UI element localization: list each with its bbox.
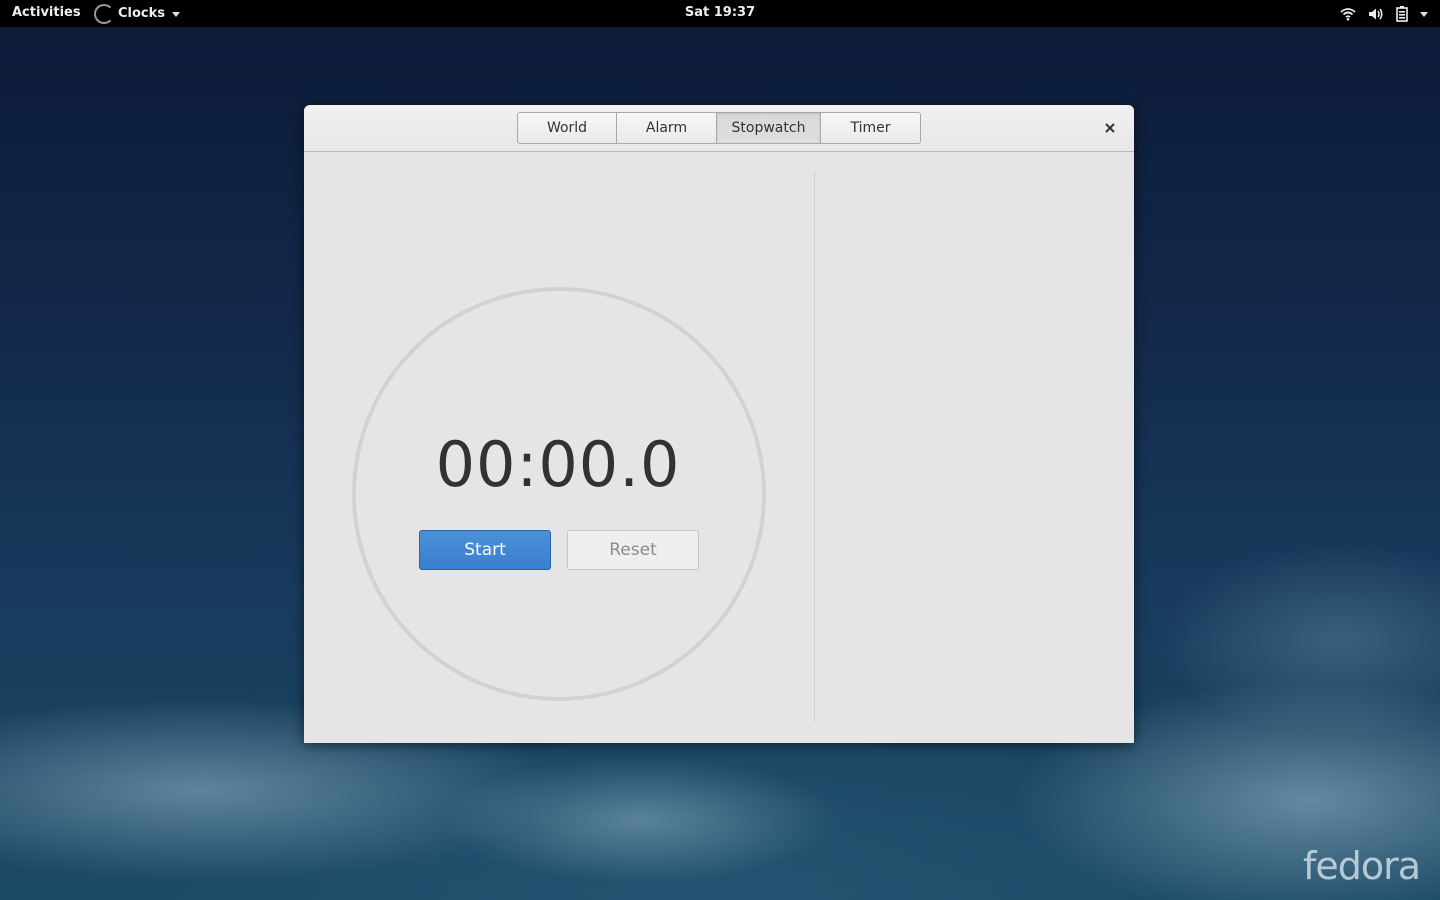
header-bar: World Alarm Stopwatch Timer	[304, 105, 1134, 152]
system-menu-caret-icon	[1420, 11, 1428, 17]
activities-button[interactable]: Activities	[12, 5, 81, 20]
tab-alarm[interactable]: Alarm	[617, 112, 717, 144]
date-time-button[interactable]: Sat 19:37	[685, 5, 755, 20]
wifi-icon	[1340, 7, 1356, 21]
tab-world[interactable]: World	[517, 112, 617, 144]
close-icon	[1105, 123, 1115, 133]
tab-timer[interactable]: Timer	[821, 112, 921, 144]
stopwatch-page: 00:00.0 Start Reset	[304, 152, 1134, 743]
clocks-app-icon	[94, 3, 114, 24]
laps-separator	[814, 172, 815, 722]
app-menu[interactable]: Clocks	[94, 0, 181, 27]
volume-icon	[1369, 8, 1383, 19]
close-button[interactable]	[1100, 118, 1120, 138]
chevron-down-icon	[172, 11, 181, 17]
reset-button[interactable]: Reset	[567, 530, 699, 570]
battery-icon	[1396, 5, 1408, 22]
tab-stopwatch[interactable]: Stopwatch	[717, 112, 821, 144]
fedora-logo: fedora	[1302, 844, 1421, 888]
view-switcher: World Alarm Stopwatch Timer	[517, 112, 921, 150]
top-bar: Activities Clocks Sat 19:37	[0, 0, 1440, 27]
start-button[interactable]: Start	[419, 530, 551, 570]
app-menu-label: Clocks	[118, 6, 166, 21]
system-tray[interactable]	[1340, 0, 1428, 27]
stopwatch-time: 00:00.0	[435, 428, 681, 501]
clocks-window: World Alarm Stopwatch Timer 00:00.0 Star…	[304, 105, 1134, 743]
clock-container: Sat 19:37	[0, 5, 1440, 20]
